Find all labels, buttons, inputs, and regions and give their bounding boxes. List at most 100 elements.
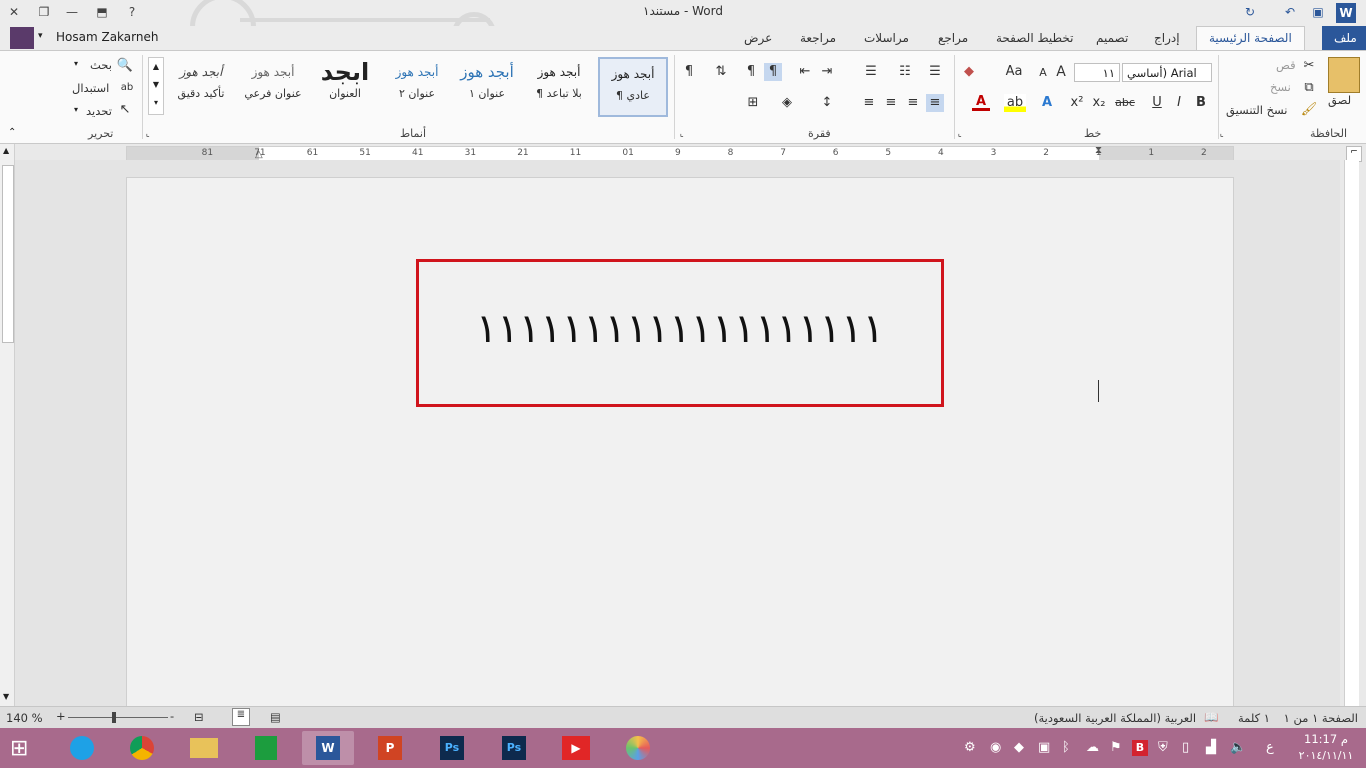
align-center-icon[interactable]: ≡ [904,94,922,112]
select-icon[interactable]: ↖ [116,101,134,119]
show-formatting-icon[interactable]: ¶ [680,63,698,81]
proofing-icon[interactable]: 📖 [1204,710,1218,724]
style-title[interactable]: ابجد العنوان [312,57,378,113]
read-mode-icon[interactable]: ▤ [270,710,281,724]
line-spacing-icon[interactable]: ↕ [818,94,836,112]
style-subtle-emphasis[interactable]: أبجد هوز تأكيد دقيق [168,57,234,113]
styles-scroll[interactable]: ▲ ▼ ▾ [148,57,164,115]
find-dropdown-icon[interactable]: ▾ [74,59,78,68]
internet-explorer-icon[interactable] [56,731,108,765]
select-dropdown-icon[interactable]: ▾ [74,105,78,114]
zoom-out-button[interactable]: - [170,709,174,723]
web-layout-icon[interactable]: ⊟ [194,710,204,724]
signal-icon[interactable]: ▟ [1206,740,1216,755]
multilevel-list-icon[interactable]: ☰ [862,63,880,81]
shading-icon[interactable]: ◈ [778,94,796,112]
app-tray-icon[interactable]: ▣ [1038,740,1050,755]
indent-marker-icon[interactable]: △ [255,149,263,160]
find-icon[interactable]: 🔍 [116,57,134,75]
powerpoint-icon[interactable]: P [364,731,416,765]
network-tray-icon[interactable]: ⚙ [964,740,976,755]
superscript-icon[interactable]: x² [1068,94,1086,112]
copy-icon[interactable]: ⧉ [1300,79,1318,97]
ltr-direction-icon[interactable]: ¶ [742,63,760,81]
video-player-icon[interactable]: ▶ [550,731,602,765]
app-tray-icon[interactable]: ◆ [1014,740,1024,755]
strikethrough-icon[interactable]: abc [1112,94,1138,112]
file-explorer-icon[interactable] [178,731,230,765]
zoom-slider[interactable] [68,717,168,718]
format-painter-button[interactable]: نسخ التنسيق [1226,103,1288,117]
rtl-direction-icon[interactable]: ¶ [764,63,782,81]
close-icon[interactable]: ✕ [4,2,24,22]
restore-icon[interactable]: ❐ [34,2,54,22]
indent-marker-icon[interactable]: ⧗ [1095,145,1102,156]
app-tray-icon[interactable]: B [1132,740,1148,756]
zoom-slider-thumb[interactable] [112,712,116,723]
undo-icon[interactable]: ↶ [1280,2,1300,22]
increase-indent-icon[interactable]: ⇥ [818,63,836,81]
account-dropdown-icon[interactable]: ▾ [38,31,43,41]
language-indicator[interactable]: العربية (المملكة العربية السعودية) [1034,711,1196,725]
volume-icon[interactable]: 🔈 [1230,740,1246,755]
ribbon-display-icon[interactable]: ⬒ [92,2,112,22]
tab-review[interactable]: مراجعة [794,29,842,47]
style-heading-1[interactable]: أبجد هوز عنوان ١ [454,57,520,113]
underline-icon[interactable]: U [1148,94,1166,112]
cloud-icon[interactable]: ☁ [1086,740,1099,755]
style-subtitle[interactable]: أبجد هوز عنوان فرعي [240,57,306,113]
page-count[interactable]: الصفحة ١ من ١ [1284,711,1358,725]
flag-icon[interactable]: ⚑ [1110,740,1122,755]
scrollbar-thumb[interactable] [2,165,14,343]
scroll-down-icon[interactable]: ▼ [3,692,9,701]
justify-icon[interactable]: ≡ [860,94,878,112]
repeat-icon[interactable]: ↻ [1240,2,1260,22]
select-button[interactable]: تحديد [86,104,112,118]
shield-icon[interactable]: ⛨ [1158,740,1168,755]
app-tray-icon[interactable]: ◉ [990,740,1001,755]
tab-file[interactable]: ملف [1322,26,1366,50]
user-name[interactable]: Hosam Zakarneh [56,30,158,44]
dialog-launcher-icon[interactable]: ⌞ [958,129,962,138]
word-taskbar-icon[interactable]: W [302,731,354,765]
change-case-icon[interactable]: Aa [1002,63,1026,81]
dialog-launcher-icon[interactable]: ⌞ [1220,129,1224,138]
highlight-icon[interactable]: ab [1004,94,1026,112]
bullets-icon[interactable]: ☰ [926,63,944,81]
style-heading-2[interactable]: أبجد هوز عنوان ٢ [384,57,450,113]
font-color-icon[interactable]: A [972,94,990,111]
battery-icon[interactable]: ▯ [1182,740,1189,755]
format-painter-icon[interactable]: 🖌 [1300,101,1318,119]
clock-time[interactable]: 11:17 م [1296,732,1356,746]
dialog-launcher-icon[interactable]: ⌞ [146,129,150,138]
help-icon[interactable]: ? [122,2,142,22]
align-left-icon[interactable]: ≡ [882,94,900,112]
print-layout-icon[interactable]: ≣ [232,708,250,726]
tab-view[interactable]: عرض [738,29,778,47]
italic-icon[interactable]: I [1170,94,1188,112]
zoom-level[interactable]: 140 % [6,711,43,725]
font-name-combo[interactable]: أساسي) Arial [1122,63,1212,82]
tab-design[interactable]: تصميم [1090,29,1134,47]
clock-date[interactable]: ٢٠١٤/١١/١١ [1296,749,1356,762]
scroll-up-icon[interactable]: ▲ [3,146,9,155]
zoom-in-button[interactable]: + [56,709,66,723]
tab-references[interactable]: مراجع [932,29,974,47]
decrease-indent-icon[interactable]: ⇤ [796,63,814,81]
cut-button[interactable]: قص [1276,58,1296,72]
paste-icon[interactable] [1328,57,1360,93]
font-size-combo[interactable]: ١١ [1074,63,1120,82]
bluetooth-icon[interactable]: ᛒ [1062,740,1070,755]
photoshop-icon[interactable]: Ps [426,731,478,765]
find-button[interactable]: بحث [90,58,112,72]
numbering-icon[interactable]: ☷ [896,63,914,81]
collapse-ribbon-icon[interactable]: ⌃ [8,127,16,138]
clear-formatting-icon[interactable]: ◆ [960,63,978,81]
input-language[interactable]: ع [1266,740,1274,755]
bold-icon[interactable]: B [1192,94,1210,112]
style-no-spacing[interactable]: أبجد هوز ¶ بلا تباعد [526,57,592,113]
chrome-icon[interactable] [116,731,168,765]
save-icon[interactable]: ▣ [1308,2,1328,22]
avatar[interactable] [10,27,34,49]
subscript-icon[interactable]: x₂ [1090,94,1108,112]
